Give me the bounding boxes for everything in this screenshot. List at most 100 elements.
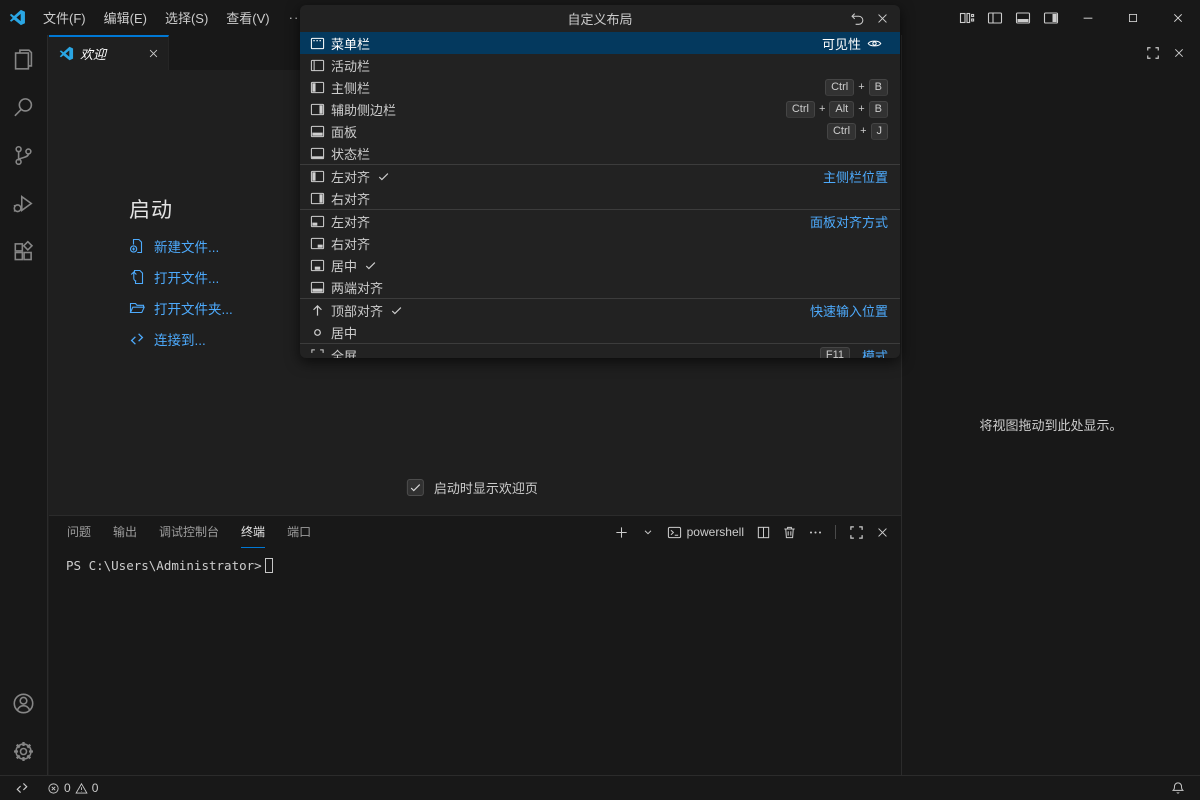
new-terminal-button[interactable] xyxy=(611,520,633,544)
activity-account[interactable] xyxy=(0,679,48,727)
maximize-panel-button[interactable] xyxy=(845,520,867,544)
close-window-button[interactable] xyxy=(1155,0,1200,35)
problems-status[interactable]: 00 xyxy=(42,776,103,800)
quickpick-item-quickinput-top[interactable]: 顶部对齐快速输入位置 xyxy=(300,299,900,321)
sidebar-item-source-control[interactable] xyxy=(0,131,48,179)
check-icon xyxy=(409,481,422,494)
layout-sidebar-icon xyxy=(987,10,1003,26)
show-welcome-checkbox[interactable] xyxy=(407,479,424,496)
reset-layout-button[interactable] xyxy=(850,11,865,26)
terminal-prompt: PS C:\Users\Administrator> xyxy=(66,558,262,573)
notifications-bell[interactable] xyxy=(1166,776,1190,800)
quickpick-item-panel[interactable]: 面板Ctrl+J xyxy=(300,120,900,142)
remote-indicator[interactable] xyxy=(10,776,34,800)
quickpick-item-panel-right[interactable]: 右对齐 xyxy=(300,232,900,254)
more-actions-button[interactable] xyxy=(804,520,826,544)
extensions-icon xyxy=(12,240,35,263)
quickpick-item-panel-left[interactable]: 左对齐面板对齐方式 xyxy=(300,210,900,232)
quickpick-title: 自定义布局 xyxy=(567,9,632,28)
quickpick-item-label: 居中 xyxy=(331,256,357,275)
quickpick-item-sidebar-left[interactable]: 左对齐主侧栏位置 xyxy=(300,165,900,187)
kill-terminal-button[interactable] xyxy=(778,520,800,544)
sidebar-item-extensions[interactable] xyxy=(0,227,48,275)
key-plus: + xyxy=(858,103,864,115)
menu-selection[interactable]: 选择(S) xyxy=(156,0,217,35)
panel-tab-ports[interactable]: 端口 xyxy=(287,516,311,548)
layout-sidebar-right-filled-icon xyxy=(1043,10,1059,26)
files-icon xyxy=(12,48,35,71)
shell-button[interactable]: powershell xyxy=(663,525,748,540)
sidebar-item-explorer[interactable] xyxy=(0,35,48,83)
toggle-sidebar-button[interactable] xyxy=(981,0,1009,35)
panel-tab-debug-console[interactable]: 调试控制台 xyxy=(159,516,219,548)
vscode-window: 文件(F)编辑(E)选择(S)查看(V) ··· 欢迎 启动 新建文件...打开… xyxy=(0,0,1200,800)
menu-view[interactable]: 查看(V) xyxy=(217,0,278,35)
start-link-open-folder[interactable]: 打开文件夹... xyxy=(129,292,233,323)
vscode-logo-icon xyxy=(0,9,34,26)
key-chip: Alt xyxy=(829,101,854,118)
close-panel-button[interactable] xyxy=(871,520,893,544)
error-count: 0 xyxy=(64,781,71,795)
quickpick-item-menubar[interactable]: 菜单栏可见性 xyxy=(300,32,900,54)
menu-file[interactable]: 文件(F) xyxy=(34,0,95,35)
close-quickpick-button[interactable] xyxy=(875,11,890,26)
panel-tab-output[interactable]: 输出 xyxy=(113,516,137,548)
sidebar-item-search[interactable] xyxy=(0,83,48,131)
quickpick-item-label: 右对齐 xyxy=(331,234,370,253)
close-icon xyxy=(1171,11,1185,25)
quickpick-item-fullscreen[interactable]: 全屏F11模式 xyxy=(300,344,900,358)
quickpick-group-action[interactable]: 模式 xyxy=(862,346,888,359)
close-icon[interactable] xyxy=(147,47,160,60)
quickpick-item-panel-justify[interactable]: 两端对齐 xyxy=(300,276,900,298)
quickpick-item-label: 主侧栏 xyxy=(331,78,370,97)
maximize-button[interactable] xyxy=(1110,0,1155,35)
check-icon xyxy=(390,304,409,317)
toolbar-divider xyxy=(835,525,836,539)
quickpick-item-primary-sidebar[interactable]: 主侧栏Ctrl+B xyxy=(300,76,900,98)
toggle-secondary-sidebar-button[interactable] xyxy=(1037,0,1065,35)
check-icon xyxy=(364,259,377,272)
close-aux-button[interactable] xyxy=(1172,46,1186,60)
sidebar-item-run-debug[interactable] xyxy=(0,179,48,227)
maximize-icon xyxy=(1127,12,1139,24)
quickpick-group-action[interactable]: 快速输入位置 xyxy=(810,301,888,320)
quickpick-item-quickinput-center[interactable]: 居中 xyxy=(300,321,900,343)
start-link-open-file[interactable]: 打开文件... xyxy=(129,261,233,292)
start-link-label: 新建文件... xyxy=(154,236,219,256)
arrow-up-icon xyxy=(310,303,325,318)
expand-icon xyxy=(849,525,864,540)
terminal[interactable]: PS C:\Users\Administrator> xyxy=(49,556,901,775)
aux-drop-hint: 将视图拖动到此处显示。 xyxy=(902,415,1200,434)
quickpick-item-sidebar-right[interactable]: 右对齐 xyxy=(300,187,900,209)
settings-gear-icon xyxy=(12,740,35,763)
activity-settings[interactable] xyxy=(0,727,48,775)
ellipsis-icon xyxy=(808,525,823,540)
open-folder-icon xyxy=(129,300,145,316)
quickpick-item-secondary-sidebar[interactable]: 辅助侧边栏Ctrl+Alt+B xyxy=(300,98,900,120)
terminal-dropdown-button[interactable] xyxy=(637,520,659,544)
maximize-aux-button[interactable] xyxy=(1146,46,1160,60)
panel-tab-terminal[interactable]: 终端 xyxy=(241,516,265,548)
quickpick-item-panel-center[interactable]: 居中 xyxy=(300,254,900,276)
start-link-new-file[interactable]: 新建文件... xyxy=(129,230,233,261)
split-terminal-button[interactable] xyxy=(752,520,774,544)
minimize-button[interactable] xyxy=(1065,0,1110,35)
toggle-panel-button[interactable] xyxy=(1009,0,1037,35)
quickpick-item-statusbar[interactable]: 状态栏 xyxy=(300,142,900,164)
search-icon xyxy=(12,96,35,119)
warning-icon xyxy=(75,782,88,795)
quickpick-item-label: 面板 xyxy=(331,122,357,141)
key-chip: Ctrl xyxy=(827,123,856,140)
menu-edit[interactable]: 编辑(E) xyxy=(95,0,156,35)
quickpick-group-action[interactable]: 面板对齐方式 xyxy=(810,212,888,231)
key-chip: F11 xyxy=(820,347,850,359)
start-link-connect-to[interactable]: 连接到... xyxy=(129,323,233,354)
customize-layout-button[interactable] xyxy=(953,0,981,35)
tab-welcome[interactable]: 欢迎 xyxy=(49,35,169,70)
visibility-button[interactable]: 可见性 xyxy=(822,34,888,53)
quickpick-item-activitybar[interactable]: 活动栏 xyxy=(300,54,900,76)
start-link-label: 打开文件... xyxy=(154,267,219,287)
key-chip: Ctrl xyxy=(786,101,815,118)
quickpick-group-action[interactable]: 主侧栏位置 xyxy=(823,167,888,186)
panel-tab-problems[interactable]: 问题 xyxy=(67,516,91,548)
